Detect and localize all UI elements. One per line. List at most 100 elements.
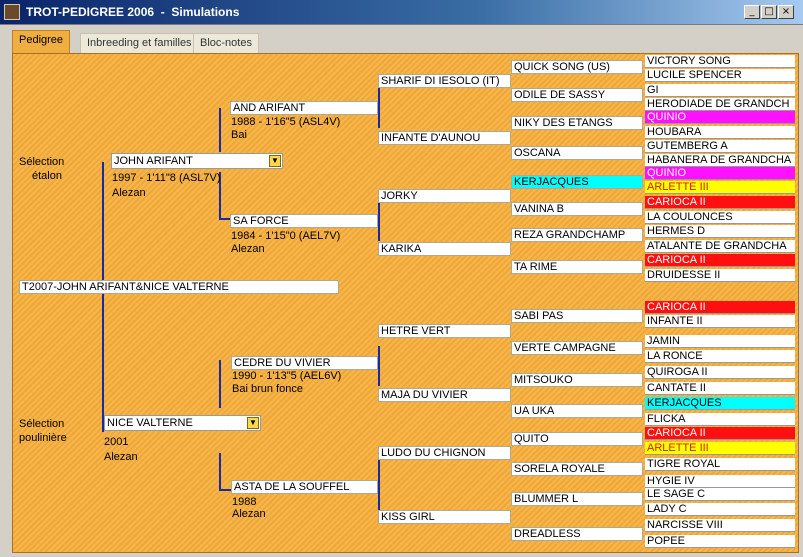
g3-connector-4 — [378, 457, 380, 513]
g5-ancestor[interactable]: GI — [645, 84, 795, 97]
g5-ancestor[interactable]: ATALANTE DE GRANDCHA — [645, 240, 795, 253]
g4-ancestor[interactable]: QUITO — [511, 432, 643, 446]
g4-ancestor[interactable]: ODILE DE SASSY — [511, 88, 643, 102]
sire-dam-name[interactable]: SA FORCE — [230, 214, 378, 228]
tab-inbreeding[interactable]: Inbreeding et familles — [80, 33, 199, 53]
dam-select[interactable]: NICE VALTERNE ▼ — [104, 415, 261, 431]
dam-coat: Alezan — [104, 451, 138, 463]
g5-ancestor[interactable]: HYGIE IV — [645, 475, 795, 488]
g3-ancestor[interactable]: INFANTE D'AUNOU — [378, 131, 511, 145]
g5-ancestor[interactable]: QUINIO — [645, 167, 795, 180]
tab-strip: Pedigree Inbreeding et familles Bloc-not… — [0, 25, 803, 53]
dam-sire-info: 1990 - 1'13"5 (AEL6V) — [232, 370, 342, 382]
g4-ancestor[interactable]: MITSOUKO — [511, 373, 643, 387]
dam-dam-coat: Alezan — [232, 508, 266, 520]
g5-ancestor[interactable]: TIGRE ROYAL — [645, 458, 795, 471]
g5-ancestor[interactable]: LADY C — [645, 503, 795, 516]
g5-ancestor[interactable]: QUIROGA II — [645, 366, 795, 379]
g5-ancestor[interactable]: CARIOCA II — [645, 196, 795, 209]
sire-sire-name[interactable]: AND ARIFANT — [230, 101, 378, 115]
g3-ancestor[interactable]: JORKY — [378, 189, 511, 203]
g5-ancestor[interactable]: CARIOCA II — [645, 254, 795, 267]
g3-ancestor[interactable]: MAJA DU VIVIER — [378, 388, 511, 402]
g4-ancestor[interactable]: VANINA B — [511, 202, 643, 216]
chevron-down-icon[interactable]: ▼ — [269, 155, 281, 167]
g4-ancestor[interactable]: UA UKA — [511, 404, 643, 418]
dam-sire-coat: Bai brun fonce — [232, 383, 303, 395]
g4-ancestor[interactable]: OSCANA — [511, 146, 643, 160]
sire-info: 1997 - 1'11"8 (ASL7V) — [112, 172, 221, 184]
g5-ancestor[interactable]: CARIOCA II — [645, 427, 795, 440]
g4-ancestor[interactable]: BLUMMER L — [511, 492, 643, 506]
g3-ancestor[interactable]: SHARIF DI IESOLO (IT) — [378, 74, 511, 88]
g4-ancestor[interactable]: NIKY DES ETANGS — [511, 116, 643, 130]
g5-ancestor[interactable]: HABANERA DE GRANDCHA — [645, 154, 795, 167]
dam-lower-connector — [219, 453, 221, 491]
sire-select-value: JOHN ARIFANT — [114, 155, 193, 167]
g4-ancestor[interactable]: VERTE CAMPAGNE — [511, 341, 643, 355]
g5-ancestor[interactable]: QUINIO — [645, 111, 795, 124]
chevron-down-icon[interactable]: ▼ — [247, 417, 259, 429]
sire-section-label: Sélection — [19, 156, 65, 168]
sire-sire-info: 1988 - 1'16"5 (ASL4V) — [231, 116, 341, 128]
g5-ancestor[interactable]: CARIOCA II — [645, 301, 795, 314]
g3-connector-1 — [378, 88, 380, 128]
dam-select-value: NICE VALTERNE — [107, 417, 193, 429]
close-button[interactable]: × — [778, 5, 794, 19]
g5-ancestor[interactable]: LUCILE SPENCER — [645, 69, 795, 82]
g5-ancestor[interactable]: KERJACQUES — [645, 397, 795, 410]
app-icon — [4, 4, 20, 20]
g5-ancestor[interactable]: HERMES D — [645, 225, 795, 238]
foal-name[interactable]: T2007-JOHN ARIFANT&NICE VALTERNE — [19, 280, 339, 294]
sire-sire-coat: Bai — [231, 129, 247, 141]
dam-dam-name[interactable]: ASTA DE LA SOUFFEL — [231, 480, 378, 494]
maximize-button[interactable]: □ — [761, 5, 777, 19]
g3-ancestor[interactable]: KISS GIRL — [378, 510, 511, 524]
g5-ancestor[interactable]: JAMIN — [645, 335, 795, 348]
sire-dam-info: 1984 - 1'15"0 (AEL7V) — [231, 230, 341, 242]
g4-ancestor[interactable]: SABI PAS — [511, 309, 643, 323]
g4-ancestor[interactable]: DREADLESS — [511, 527, 643, 541]
dam-upper-connector — [219, 360, 221, 408]
g5-ancestor[interactable]: LE SAGE C — [645, 488, 795, 501]
title-bar: TROT-PEDIGREE 2006 - Simulations _ □ × — [0, 0, 803, 25]
dam-section-label-2: poulinière — [19, 432, 67, 444]
g3-connector-3 — [378, 346, 380, 386]
sire-select[interactable]: JOHN ARIFANT ▼ — [111, 153, 283, 169]
g4-ancestor[interactable]: KERJACQUES — [511, 175, 643, 189]
window-title: TROT-PEDIGREE 2006 - Simulations — [26, 5, 240, 19]
g4-ancestor[interactable]: TA RIME — [511, 260, 643, 274]
g5-ancestor[interactable]: CANTATE II — [645, 382, 795, 395]
g5-ancestor[interactable]: ARLETTE III — [645, 442, 795, 455]
g5-ancestor[interactable]: LA COULONCES — [645, 211, 795, 224]
dam-section-label: Sélection — [19, 418, 65, 430]
g4-ancestor[interactable]: REZA GRANDCHAMP — [511, 228, 643, 242]
g5-ancestor[interactable]: HOUBARA — [645, 126, 795, 139]
g5-ancestor[interactable]: FLICKA — [645, 413, 795, 426]
minimize-button[interactable]: _ — [744, 5, 760, 19]
g5-ancestor[interactable]: VICTORY SONG — [645, 55, 795, 68]
tab-bloc-notes[interactable]: Bloc-notes — [193, 33, 259, 53]
g5-ancestor[interactable]: HERODIADE DE GRANDCH — [645, 98, 795, 111]
g5-ancestor[interactable]: POPEE — [645, 535, 795, 548]
tab-pedigree[interactable]: Pedigree — [12, 30, 71, 53]
g3-ancestor[interactable]: KARIKA — [378, 242, 511, 256]
g5-ancestor[interactable]: DRUIDESSE II — [645, 269, 795, 282]
foal-connector — [102, 162, 104, 432]
g5-ancestor[interactable]: ARLETTE III — [645, 181, 795, 194]
g5-ancestor[interactable]: NARCISSE VIII — [645, 519, 795, 532]
sire-section-label-2: étalon — [32, 170, 62, 182]
g3-ancestor[interactable]: LUDO DU CHIGNON — [378, 446, 511, 460]
g5-ancestor[interactable]: INFANTE II — [645, 315, 795, 328]
sire-coat: Alezan — [112, 187, 146, 199]
g3-ancestor[interactable]: HETRE VERT — [378, 324, 511, 338]
sire-dam-coat: Alezan — [231, 243, 265, 255]
g4-ancestor[interactable]: SORELA ROYALE — [511, 462, 643, 476]
g5-ancestor[interactable]: GUTEMBERG A — [645, 140, 795, 153]
dam-lower-tick — [219, 489, 231, 491]
dam-info: 2001 — [104, 436, 129, 448]
g5-ancestor[interactable]: LA RONCE — [645, 350, 795, 363]
dam-sire-name[interactable]: CEDRE DU VIVIER — [231, 356, 378, 370]
sire-upper-connector — [219, 108, 221, 152]
g4-ancestor[interactable]: QUICK SONG (US) — [511, 60, 643, 74]
